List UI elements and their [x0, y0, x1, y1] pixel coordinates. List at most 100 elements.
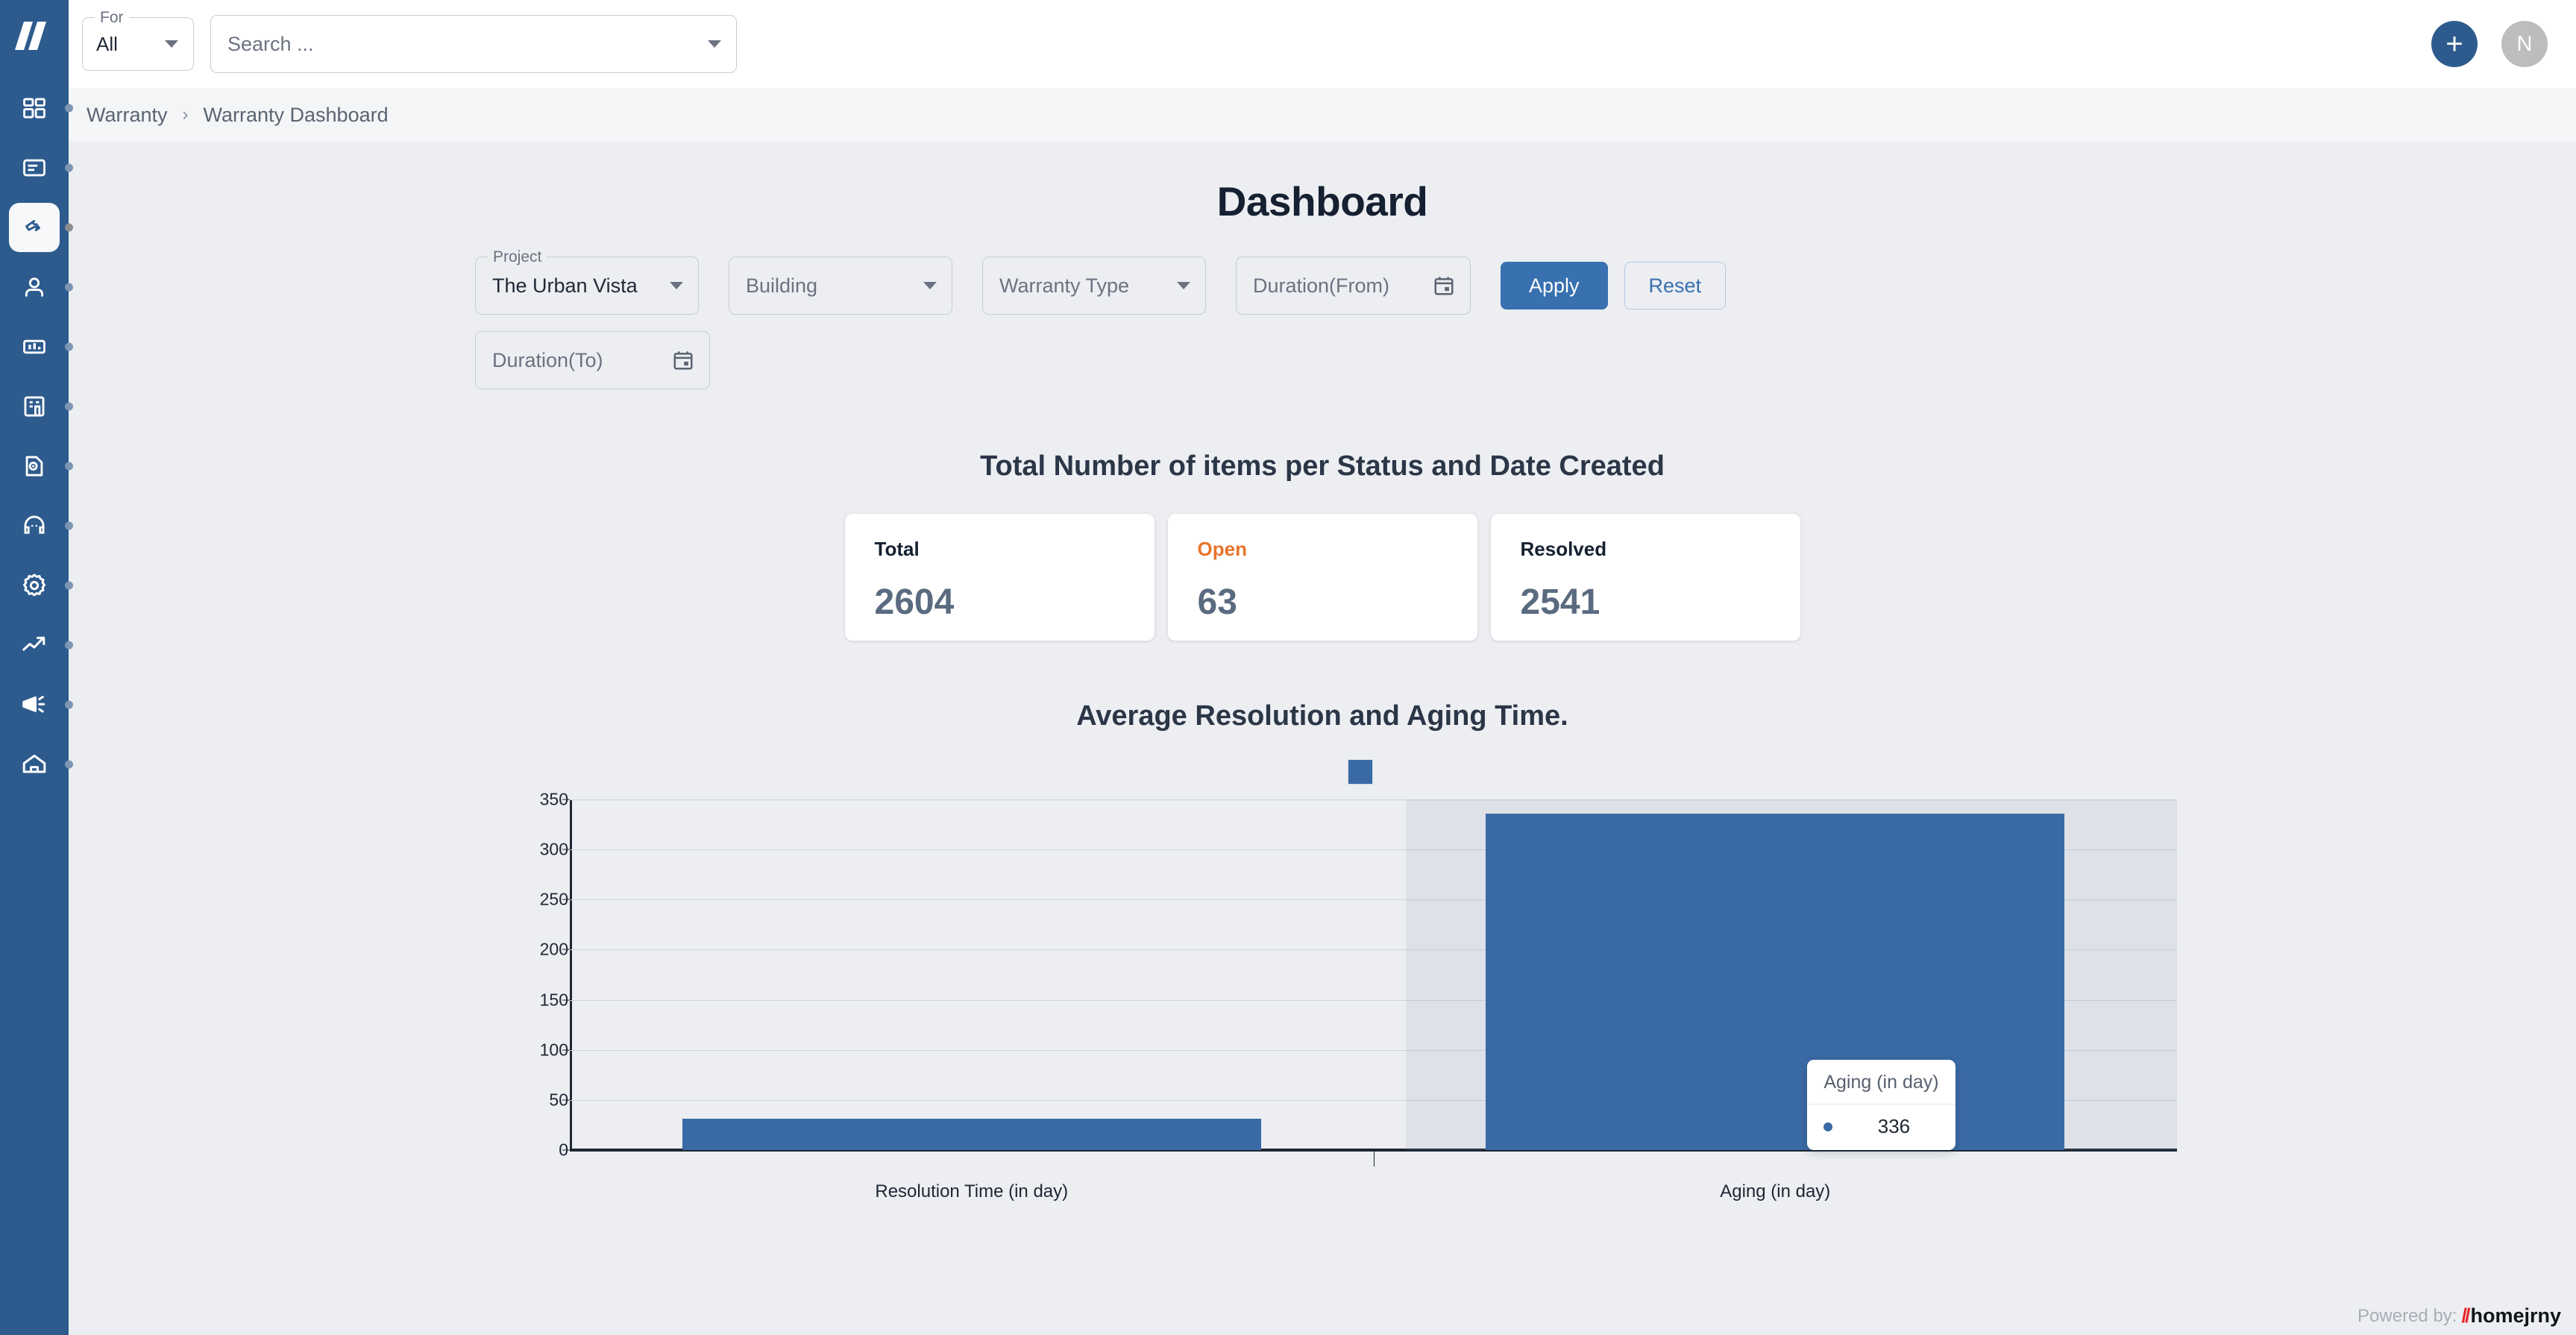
chart-y-tick-label: 100 — [539, 1040, 568, 1060]
grid-icon — [22, 95, 47, 121]
chart-y-tick — [562, 1149, 570, 1151]
breadcrumb: Warranty › Warranty Dashboard — [69, 88, 2576, 142]
chart-y-tick — [562, 999, 570, 1001]
sidebar-item-settings[interactable] — [9, 561, 73, 610]
sidebar-item-buildings[interactable] — [9, 382, 73, 431]
project-select[interactable]: Project The Urban Vista — [475, 249, 699, 315]
trending-up-icon — [21, 632, 48, 659]
chart-y-tick — [562, 1049, 570, 1051]
stat-card-open[interactable]: Open 63 — [1167, 514, 1477, 641]
bar-chart: 0 50 100 150 200 250 300 350 Resolution Time (in… — [69, 749, 2576, 1211]
duration-from-placeholder: Duration(From) — [1253, 274, 1390, 297]
chart-y-tick — [562, 1099, 570, 1101]
breadcrumb-current: Warranty Dashboard — [203, 103, 389, 126]
chart-y-tick-label: 150 — [539, 990, 568, 1010]
chevron-right-icon: › — [182, 104, 189, 125]
stat-card-label: Total — [874, 538, 920, 560]
sidebar-dot — [65, 223, 73, 232]
card-icon — [22, 155, 47, 180]
chart-y-tick-label: 350 — [539, 789, 568, 809]
sidebar-item-warranty[interactable] — [9, 203, 73, 252]
sidebar-dot — [65, 462, 73, 471]
building-icon — [22, 394, 47, 419]
search-placeholder: Search ... — [227, 32, 314, 55]
sidebar-item-announcements[interactable] — [9, 680, 73, 729]
add-button[interactable]: + — [2431, 21, 2478, 67]
stat-card-resolved[interactable]: Resolved 2541 — [1490, 514, 1800, 641]
calendar-icon[interactable] — [672, 349, 694, 371]
for-select[interactable]: For All — [82, 10, 194, 71]
stat-card-label: Resolved — [1520, 538, 1607, 560]
app-root: For All Search ... + N Warranty › Warran… — [0, 0, 2576, 1335]
chart-x-tick — [1373, 1152, 1375, 1166]
sidebar-dot — [65, 163, 73, 172]
reset-button[interactable]: Reset — [1624, 262, 1727, 310]
project-select-value: The Urban Vista — [492, 274, 638, 297]
stat-card-value: 63 — [1197, 582, 1237, 622]
ticket-icon — [21, 214, 48, 241]
chart-y-tick-label: 250 — [539, 889, 568, 909]
headset-icon — [22, 513, 47, 538]
homejrny-slashes-icon: // — [2461, 1304, 2470, 1327]
sidebar-item-snagging[interactable] — [9, 442, 73, 491]
megaphone-icon — [21, 691, 48, 718]
chart-title: Average Resolution and Aging Time. — [1076, 700, 1568, 732]
duration-from-input[interactable]: Duration(From) — [1236, 257, 1471, 315]
chart-y-tick — [562, 899, 570, 900]
building-select-placeholder: Building — [746, 274, 818, 297]
chart-bar[interactable] — [682, 1119, 1261, 1150]
sidebar-item-analytics[interactable] — [9, 621, 73, 670]
top-bar: For All Search ... + N — [69, 0, 2576, 88]
sidebar-dot — [65, 521, 73, 530]
chart-tooltip-row: 336 — [1807, 1105, 1955, 1150]
gear-icon — [21, 572, 48, 599]
sidebar-item-customers[interactable] — [9, 263, 73, 312]
duration-to-placeholder: Duration(To) — [492, 348, 603, 371]
avatar[interactable]: N — [2501, 21, 2548, 67]
chart-legend-swatch[interactable] — [1348, 759, 1373, 785]
powered-by-label: Powered by: — [2357, 1305, 2457, 1326]
sidebar-item-documents[interactable] — [9, 143, 73, 192]
main-content: Dashboard Project The Urban Vista Buildi… — [69, 142, 2576, 1335]
stat-card-total[interactable]: Total 2604 — [844, 514, 1155, 641]
breadcrumb-root[interactable]: Warranty — [87, 104, 168, 127]
chart-bar[interactable] — [1486, 813, 2065, 1150]
chevron-down-icon — [670, 282, 683, 289]
calendar-icon[interactable] — [1433, 274, 1455, 297]
sidebar-dot — [65, 641, 73, 650]
status-section-title: Total Number of items per Status and Dat… — [980, 450, 1665, 482]
chart-tooltip: Aging (in day) 336 — [1807, 1060, 1955, 1151]
warranty-type-select[interactable]: Warranty Type — [982, 257, 1206, 315]
duration-to-input[interactable]: Duration(To) — [475, 331, 710, 389]
user-icon — [22, 274, 47, 300]
sidebar-dot — [65, 760, 73, 769]
sidebar-dot — [65, 700, 73, 709]
homejrny-wordmark: // homejrny — [2461, 1304, 2561, 1328]
chevron-down-icon — [165, 40, 178, 48]
sidebar-dot — [65, 283, 73, 292]
chevron-down-icon — [923, 282, 937, 289]
bar-chart-icon — [22, 334, 47, 359]
chart-y-tick-label: 0 — [559, 1140, 568, 1160]
sidebar-item-properties[interactable] — [9, 740, 73, 789]
chevron-down-icon — [708, 40, 721, 48]
stat-card-value: 2604 — [874, 582, 955, 622]
sidebar-item-support[interactable] — [9, 501, 73, 550]
sidebar-item-dashboard[interactable] — [9, 84, 73, 133]
building-select[interactable]: Building — [729, 257, 952, 315]
chart-tooltip-dot-icon — [1823, 1122, 1833, 1131]
chart-y-tick-label: 50 — [549, 1090, 568, 1110]
warranty-type-select-placeholder: Warranty Type — [999, 274, 1130, 297]
sidebar-dot — [65, 342, 73, 351]
sidebar-item-reports[interactable] — [9, 322, 73, 371]
chart-tooltip-value: 336 — [1877, 1115, 1911, 1138]
search-input[interactable]: Search ... — [210, 15, 737, 73]
homejrny-brand-name: homejrny — [2470, 1304, 2561, 1327]
stat-card-value: 2541 — [1520, 582, 1600, 622]
chart-y-tick-label: 300 — [539, 839, 568, 859]
chart-y-tick — [562, 949, 570, 950]
filter-bar: Project The Urban Vista Building Warrant… — [69, 249, 2306, 315]
homejrny-logo[interactable] — [0, 13, 69, 58]
home-icon — [21, 751, 48, 778]
apply-button[interactable]: Apply — [1501, 262, 1608, 310]
